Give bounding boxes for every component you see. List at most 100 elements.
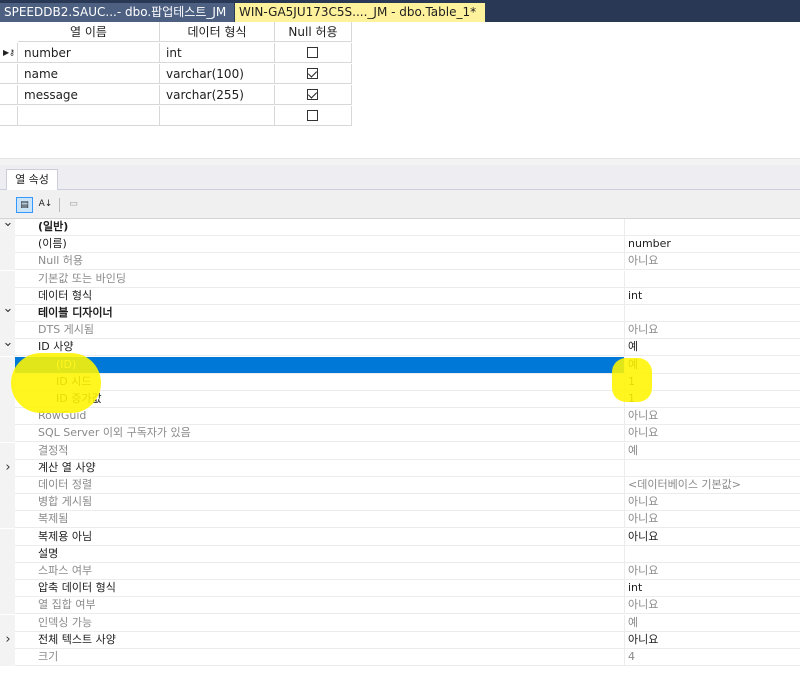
property-gutter <box>0 580 15 597</box>
property-row[interactable]: Null 허용아니요 <box>0 253 800 270</box>
property-gutter <box>0 408 15 425</box>
property-value[interactable]: 아니요 <box>624 425 800 441</box>
header-column-name[interactable]: 열 이름 <box>18 22 160 42</box>
property-row[interactable]: ⌄ (일반) <box>0 219 800 236</box>
property-value[interactable]: 아니요 <box>624 597 800 613</box>
property-row[interactable]: DTS 게시됨아니요 <box>0 322 800 339</box>
property-name: ID 증가값 <box>56 391 102 407</box>
property-row[interactable]: ID 시드 1 <box>0 374 800 391</box>
chevron-down-icon[interactable]: ⌄ <box>2 216 14 230</box>
allow-null-checkbox[interactable] <box>307 47 318 58</box>
property-row[interactable]: 압축 데이터 형식 int <box>0 580 800 597</box>
property-value[interactable] <box>624 305 800 321</box>
allow-null-checkbox[interactable] <box>307 110 318 121</box>
property-row[interactable]: 크기 4 <box>0 649 800 666</box>
property-gutter <box>0 236 15 253</box>
property-value[interactable]: <데이터베이스 기본값> <box>624 477 800 493</box>
property-row[interactable]: 데이터 형식int <box>0 288 800 305</box>
property-name: 기본값 또는 바인딩 <box>38 271 126 287</box>
allow-null-checkbox[interactable] <box>307 68 318 79</box>
property-value[interactable] <box>624 219 800 235</box>
property-value[interactable] <box>624 460 800 476</box>
document-tab-bar: SPEEDDB2.SAUC...- dbo.팝업테스트_JM WIN-GA5JU… <box>0 0 800 22</box>
property-row[interactable]: ⌄테이블 디자이너 <box>0 305 800 322</box>
property-name: 설명 <box>38 546 58 562</box>
property-value[interactable]: 아니요 <box>624 511 800 527</box>
property-gutter <box>0 391 15 408</box>
property-value[interactable]: 1 <box>624 391 800 407</box>
chevron-right-icon[interactable]: › <box>2 461 14 475</box>
row-selector[interactable] <box>0 85 18 105</box>
property-row[interactable]: SQL Server 이외 구독자가 있음 아니요 <box>0 425 800 442</box>
property-row[interactable]: (이름)number <box>0 236 800 253</box>
property-row[interactable]: (ID)예 <box>0 357 800 374</box>
property-value[interactable]: 아니요 <box>624 563 800 579</box>
header-allow-null[interactable]: Null 허용 <box>275 22 352 42</box>
property-value[interactable]: 아니요 <box>624 632 800 648</box>
cell-allow-null <box>275 106 352 126</box>
property-name: (일반) <box>38 219 68 235</box>
allow-null-checkbox[interactable] <box>307 89 318 100</box>
property-row[interactable]: 복제용 아님 아니요 <box>0 529 800 546</box>
property-row[interactable]: 인덱싱 가능예 <box>0 615 800 632</box>
property-pages-icon[interactable]: ▭ <box>65 197 82 213</box>
property-row[interactable]: 데이터 정렬<데이터베이스 기본값> <box>0 477 800 494</box>
tab-column-properties[interactable]: 열 속성 <box>6 169 58 190</box>
tab-table-1[interactable]: WIN-GA5JU173C5S...._JM - dbo.Table_1* ⊣ … <box>235 3 485 22</box>
property-value[interactable]: int <box>624 288 800 304</box>
header-data-type[interactable]: 데이터 형식 <box>160 22 275 42</box>
property-row[interactable]: 열 집합 여부아니요 <box>0 597 800 614</box>
property-value[interactable] <box>624 546 800 562</box>
row-selector[interactable]: ▶⚷ <box>0 43 18 63</box>
property-row[interactable]: 복제됨 아니요 <box>0 511 800 528</box>
property-row[interactable]: ID 증가값 1 <box>0 391 800 408</box>
property-value[interactable]: 1 <box>624 374 800 390</box>
chevron-down-icon[interactable]: ⌄ <box>2 336 14 350</box>
property-value[interactable]: 예 <box>624 443 800 459</box>
property-value[interactable]: 아니요 <box>624 253 800 269</box>
cell-column-name[interactable]: number <box>18 43 160 63</box>
property-row[interactable]: 병합 게시됨아니요 <box>0 494 800 511</box>
cell-data-type[interactable]: varchar(100) <box>160 64 275 84</box>
property-name: 압축 데이터 형식 <box>38 580 116 596</box>
cell-column-name[interactable]: name <box>18 64 160 84</box>
row-selector[interactable] <box>0 106 18 126</box>
property-value[interactable]: number <box>624 236 800 252</box>
tab-popup-test[interactable]: SPEEDDB2.SAUC...- dbo.팝업테스트_JM <box>0 3 234 22</box>
property-value[interactable]: 예 <box>624 339 800 355</box>
property-value[interactable]: 아니요 <box>624 408 800 424</box>
property-row[interactable]: ›전체 텍스트 사양아니요 <box>0 632 800 649</box>
property-name: 복제용 아님 <box>38 529 92 545</box>
property-row[interactable]: 스파스 여부아니요 <box>0 563 800 580</box>
property-value[interactable] <box>624 271 800 287</box>
categorized-icon[interactable]: ▤ <box>16 197 33 213</box>
chevron-down-icon[interactable]: ⌄ <box>2 302 14 316</box>
property-row[interactable]: 설명 <box>0 546 800 563</box>
property-row[interactable]: 결정적예 <box>0 443 800 460</box>
property-value[interactable]: 아니요 <box>624 322 800 338</box>
property-value[interactable]: 아니요 <box>624 494 800 510</box>
cell-allow-null <box>275 64 352 84</box>
property-name: 계산 열 사양 <box>38 460 96 476</box>
cell-data-type[interactable]: varchar(255) <box>160 85 275 105</box>
cell-data-type[interactable]: int <box>160 43 275 63</box>
property-value[interactable]: int <box>624 580 800 596</box>
property-value[interactable]: 4 <box>624 649 800 665</box>
property-value[interactable]: 예 <box>624 357 800 373</box>
property-value[interactable]: 예 <box>624 615 800 631</box>
property-name: ID 시드 <box>56 374 91 390</box>
cell-column-name[interactable]: message <box>18 85 160 105</box>
property-name: 크기 <box>38 649 58 665</box>
property-row[interactable]: › 계산 열 사양 <box>0 460 800 477</box>
cell-column-name[interactable] <box>18 106 160 126</box>
alphabetical-icon[interactable]: A↓ <box>37 197 54 213</box>
property-name: 복제됨 <box>38 511 68 527</box>
property-name: SQL Server 이외 구독자가 있음 <box>38 425 191 441</box>
cell-data-type[interactable] <box>160 106 275 126</box>
property-row[interactable]: ⌄ID 사양예 <box>0 339 800 356</box>
chevron-right-icon[interactable]: › <box>2 633 14 647</box>
property-value[interactable]: 아니요 <box>624 529 800 545</box>
property-row[interactable]: 기본값 또는 바인딩 <box>0 271 800 288</box>
property-row[interactable]: RowGuid아니요 <box>0 408 800 425</box>
row-selector[interactable] <box>0 64 18 84</box>
